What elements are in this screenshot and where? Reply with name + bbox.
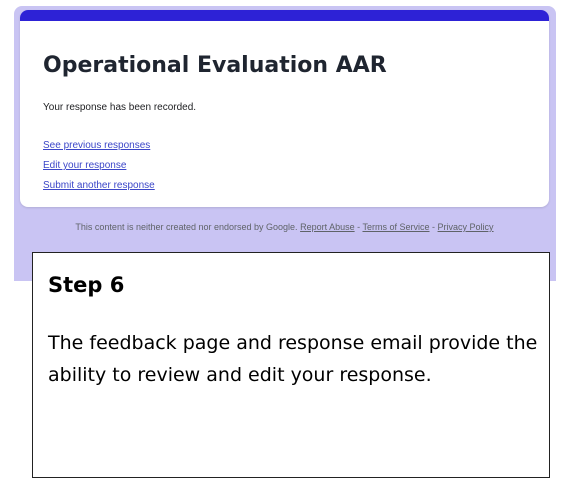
- terms-of-service-link[interactable]: Terms of Service: [362, 222, 429, 232]
- see-previous-responses-link[interactable]: See previous responses: [43, 140, 150, 151]
- step-description: The feedback page and response email pro…: [48, 332, 538, 386]
- form-title: Operational Evaluation AAR: [43, 53, 387, 78]
- report-abuse-link[interactable]: Report Abuse: [300, 222, 355, 232]
- footer-disclaimer: This content is neither created nor endo…: [75, 222, 298, 232]
- step-callout-box: Step 6 The feedback page and response em…: [32, 252, 550, 478]
- form-footer: This content is neither created nor endo…: [20, 222, 549, 232]
- step-heading: Step 6: [48, 273, 125, 297]
- footer-separator: -: [357, 222, 361, 232]
- confirmation-card: Operational Evaluation AAR Your response…: [20, 10, 549, 207]
- submit-another-response-link[interactable]: Submit another response: [43, 180, 155, 191]
- confirmation-message: Your response has been recorded.: [43, 102, 197, 113]
- edit-response-link[interactable]: Edit your response: [43, 160, 126, 171]
- privacy-policy-link[interactable]: Privacy Policy: [438, 222, 494, 232]
- footer-separator: -: [432, 222, 436, 232]
- card-accent-bar: [20, 10, 549, 21]
